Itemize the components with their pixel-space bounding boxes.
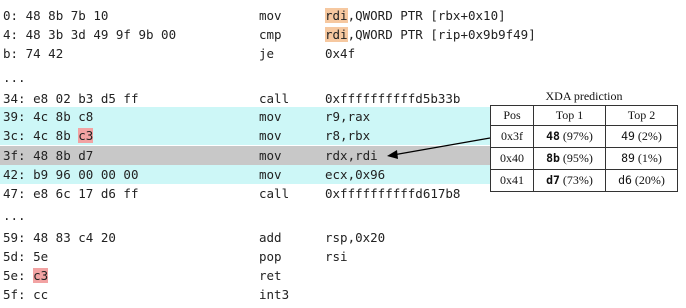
prediction-arrow bbox=[387, 137, 491, 159]
arrow-line bbox=[392, 137, 491, 156]
arrow-head bbox=[387, 150, 398, 159]
